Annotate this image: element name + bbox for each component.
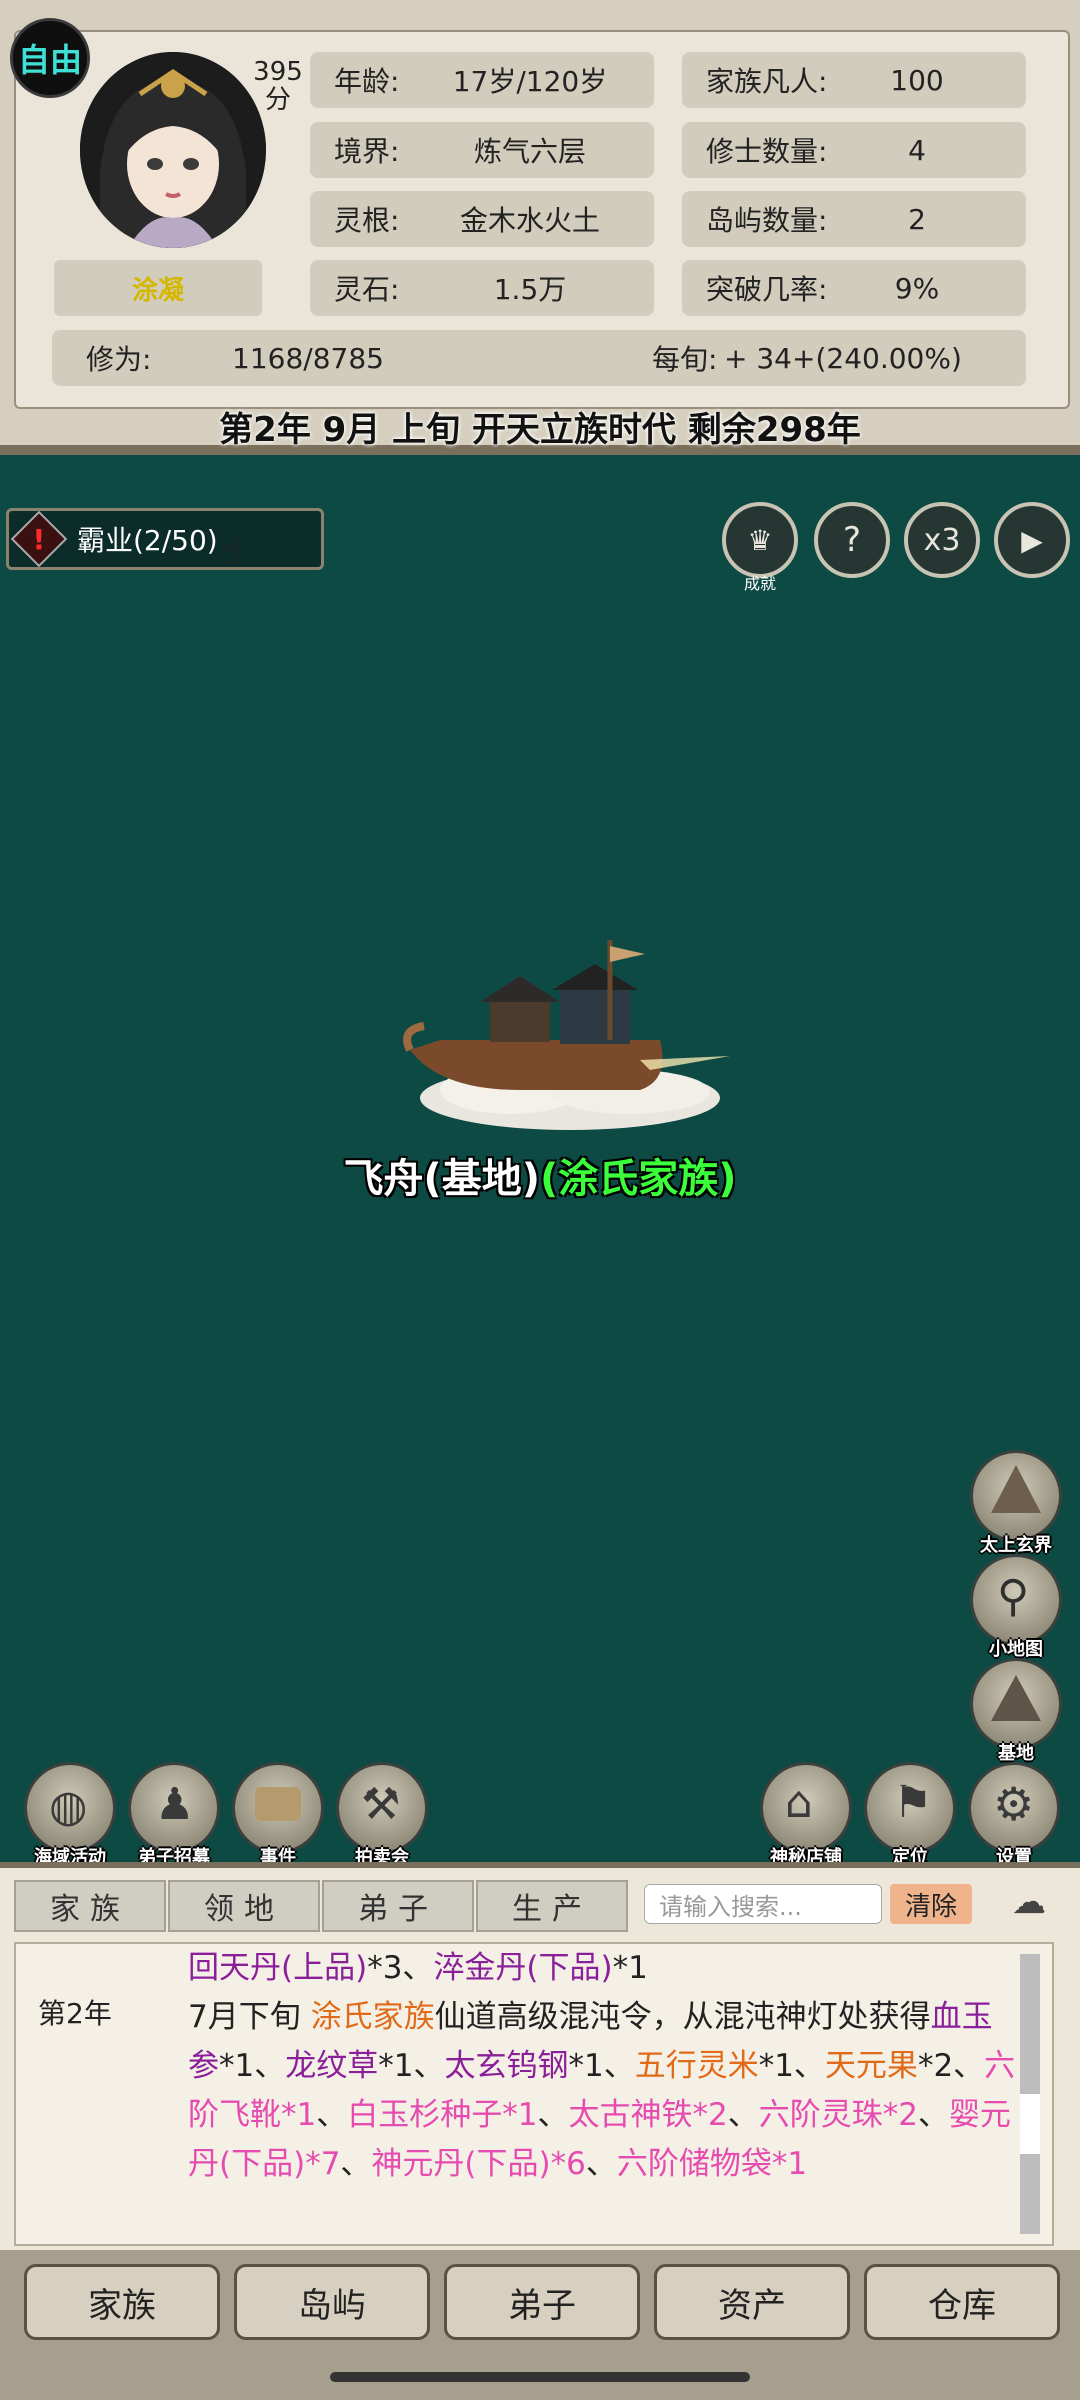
log-list[interactable]: 第2年 回天丹(上品)*3、淬金丹(下品)*1 7月下旬 涂氏家族仙道高级混沌令… bbox=[14, 1942, 1054, 2246]
minimap-button[interactable]: ⚲ 小地图 bbox=[970, 1554, 1062, 1660]
log-panel: 家族 领地 弟子 生产 请输入搜索... 清除 ☁ 第2年 回天丹(上品)*3、… bbox=[0, 1862, 1080, 2256]
stat-island-count: 岛屿数量: 2 bbox=[682, 191, 1026, 247]
avatar-portrait bbox=[80, 52, 266, 248]
quest-tracker[interactable]: ! 霸业(2/50) ☝ bbox=[6, 508, 324, 573]
nav-assets[interactable]: 资产 bbox=[654, 2264, 850, 2340]
stat-value: 9% bbox=[894, 271, 940, 305]
speed-label: x3 bbox=[923, 522, 961, 558]
ship-family: (涂氏家族) bbox=[540, 1156, 737, 1202]
bottom-nav: 家族 岛屿 弟子 资产 仓库 bbox=[0, 2250, 1080, 2400]
per-period-label: 每旬: bbox=[652, 343, 718, 376]
flying-ship-icon bbox=[403, 940, 730, 1130]
base-mountain-icon bbox=[991, 1675, 1041, 1721]
play-button[interactable]: ▶ bbox=[994, 502, 1070, 578]
per-period-value: + 34+(240.00%) bbox=[724, 341, 962, 375]
auction-button[interactable]: ⚒ 拍卖会 bbox=[336, 1762, 428, 1868]
ship-label: 飞舟(基地)(涂氏家族) bbox=[0, 1146, 1080, 1204]
stat-label: 突破几率: bbox=[706, 273, 828, 306]
tab-territory[interactable]: 领地 bbox=[168, 1880, 320, 1932]
flag-icon: ⚑ bbox=[893, 1777, 933, 1828]
base-button[interactable]: 基地 bbox=[970, 1658, 1062, 1764]
stat-age: 年龄: 17岁/120岁 bbox=[310, 52, 654, 108]
cultivation-value: 1168/8785 bbox=[232, 341, 384, 375]
log-entry: 回天丹(上品)*3、淬金丹(下品)*1 7月下旬 涂氏家族仙道高级混沌令，从混沌… bbox=[188, 1950, 1016, 2182]
mountain-icon bbox=[991, 1465, 1041, 1513]
character-name[interactable]: 涂凝 bbox=[54, 260, 262, 316]
achievement-button[interactable]: ♛ 成就 bbox=[722, 502, 798, 593]
clear-button[interactable]: 清除 bbox=[890, 1884, 972, 1924]
stat-label: 年龄: bbox=[334, 65, 400, 98]
sea-events-button[interactable]: ◍ 海域活动 bbox=[24, 1762, 116, 1868]
gavel-icon: ⚒ bbox=[361, 1779, 401, 1830]
stat-value: 炼气六层 bbox=[473, 135, 586, 168]
log-scrollbar[interactable] bbox=[1020, 1954, 1040, 2234]
stat-label: 岛屿数量: bbox=[706, 204, 828, 237]
location-pin-icon: ⚲ bbox=[997, 1571, 1030, 1622]
recruit-disciples-button[interactable]: ♟ 弟子招募 bbox=[128, 1762, 220, 1868]
collapse-toggle-icon[interactable]: ☁ bbox=[992, 1882, 1066, 1922]
stat-family-mortals: 家族凡人: 100 bbox=[682, 52, 1026, 108]
quest-label: 霸业(2/50) bbox=[77, 524, 218, 557]
search-input[interactable]: 请输入搜索... bbox=[644, 1884, 882, 1924]
stat-label: 家族凡人: bbox=[706, 65, 828, 98]
question-icon: ? bbox=[842, 520, 862, 560]
cultivation-bar: 修为: 1168/8785 每旬: + 34+(240.00%) bbox=[52, 330, 1026, 386]
tab-disciples[interactable]: 弟子 bbox=[322, 1880, 474, 1932]
nav-warehouse[interactable]: 仓库 bbox=[864, 2264, 1060, 2340]
stat-label: 境界: bbox=[334, 135, 400, 168]
stat-value: 100 bbox=[890, 63, 944, 97]
ship-name: 飞舟(基地) bbox=[343, 1156, 540, 1202]
stat-value: 1.5万 bbox=[493, 273, 567, 306]
stat-value: 金木水火土 bbox=[459, 204, 600, 237]
pointer-hand-icon: ☝ bbox=[219, 529, 243, 573]
log-year: 第2年 bbox=[38, 1997, 112, 2030]
score-value: 395 bbox=[253, 57, 303, 87]
help-button[interactable]: ? bbox=[814, 502, 890, 578]
play-icon: ▶ bbox=[1021, 523, 1043, 557]
mystery-shop-button[interactable]: ⌂ 神秘店铺 bbox=[760, 1762, 852, 1868]
settings-button[interactable]: ⚙ 设置 bbox=[968, 1762, 1060, 1868]
trophy-icon: ♛ bbox=[747, 523, 773, 557]
stat-spirit-root: 灵根: 金木水火土 bbox=[310, 191, 654, 247]
stat-spirit-stones: 灵石: 1.5万 bbox=[310, 260, 654, 316]
nav-islands[interactable]: 岛屿 bbox=[234, 2264, 430, 2340]
avatar[interactable] bbox=[80, 52, 266, 248]
person-icon: ♟ bbox=[155, 1779, 195, 1830]
upper-realm-button[interactable]: 太上玄界 bbox=[970, 1450, 1062, 1556]
stat-label: 修士数量: bbox=[706, 135, 828, 168]
scroll-icon bbox=[255, 1787, 301, 1821]
shop-icon: ⌂ bbox=[785, 1777, 813, 1828]
tab-production[interactable]: 生产 bbox=[476, 1880, 628, 1932]
log-scroll-thumb[interactable] bbox=[1020, 2094, 1040, 2154]
flying-ship-base[interactable] bbox=[400, 940, 760, 1140]
speed-button[interactable]: x3 bbox=[904, 502, 980, 578]
locate-button[interactable]: ⚑ 定位 bbox=[864, 1762, 956, 1868]
game-date: 第2年 9月 上旬 开天立族时代 剩余298年 bbox=[219, 410, 861, 450]
stat-realm: 境界: 炼气六层 bbox=[310, 122, 654, 178]
alert-icon: ! bbox=[10, 510, 68, 568]
cultivation-label: 修为: bbox=[86, 343, 152, 376]
stat-label: 灵石: bbox=[334, 273, 400, 306]
globe-icon: ◍ bbox=[49, 1781, 88, 1832]
tab-family[interactable]: 家族 bbox=[14, 1880, 166, 1932]
status-panel: 自由 395 分 涂凝 年龄: 17岁/120岁 境界: 炼气六层 灵根: 金木… bbox=[0, 0, 1080, 455]
stat-value: 17岁/120岁 bbox=[452, 65, 608, 98]
achievement-label: 成就 bbox=[743, 574, 776, 593]
home-indicator[interactable] bbox=[330, 2372, 750, 2382]
nav-family[interactable]: 家族 bbox=[24, 2264, 220, 2340]
free-mode-badge[interactable]: 自由 bbox=[10, 18, 90, 98]
stat-cultivator-count: 修士数量: 4 bbox=[682, 122, 1026, 178]
score-display: 395 分 bbox=[250, 58, 306, 114]
nav-disciples[interactable]: 弟子 bbox=[444, 2264, 640, 2340]
stat-value: 4 bbox=[908, 133, 926, 167]
stat-breakthrough-rate: 突破几率: 9% bbox=[682, 260, 1026, 316]
stat-label: 灵根: bbox=[334, 204, 400, 237]
events-button[interactable]: 事件 bbox=[232, 1762, 324, 1868]
score-unit: 分 bbox=[264, 85, 291, 115]
gear-icon: ⚙ bbox=[993, 1777, 1035, 1831]
stat-value: 2 bbox=[908, 202, 926, 236]
